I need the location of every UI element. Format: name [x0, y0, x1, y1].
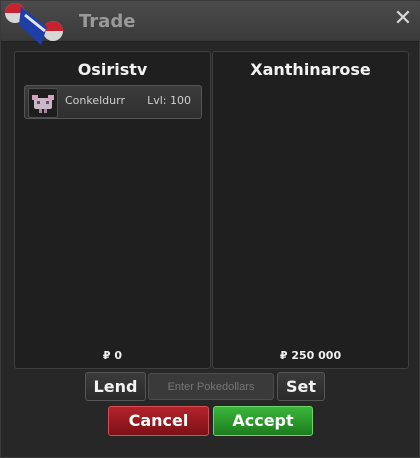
- pokemon-level: Lvl: 100: [147, 94, 191, 107]
- left-money: ₽ 0: [102, 349, 123, 362]
- right-money: ₽ 250 000: [279, 349, 342, 362]
- right-offer-panel: Xanthinarose ₽ 250 000: [212, 51, 409, 369]
- window-title: Trade: [79, 11, 136, 32]
- offer-item[interactable]: Conkeldurr Lvl: 100: [24, 85, 202, 119]
- pokemon-icon: [28, 88, 58, 118]
- trade-window: Trade ✕ Osiristv Conkeldurr Lvl: 100 ₽ 0: [0, 0, 420, 458]
- lend-button[interactable]: Lend: [85, 372, 146, 401]
- pokemon-name: Conkeldurr: [65, 94, 125, 107]
- right-player-name: Xanthinarose: [250, 60, 371, 79]
- accept-button[interactable]: Accept: [213, 406, 313, 436]
- left-offer-panel: Osiristv Conkeldurr Lvl: 100 ₽ 0: [14, 51, 211, 369]
- close-icon[interactable]: ✕: [393, 8, 413, 30]
- app-logo-icon: [5, 3, 63, 45]
- title-bar: Trade ✕: [1, 1, 420, 45]
- pokedollars-input[interactable]: [148, 373, 274, 400]
- cancel-button[interactable]: Cancel: [108, 406, 209, 436]
- set-button[interactable]: Set: [277, 372, 325, 401]
- left-player-name: Osiristv: [77, 60, 148, 79]
